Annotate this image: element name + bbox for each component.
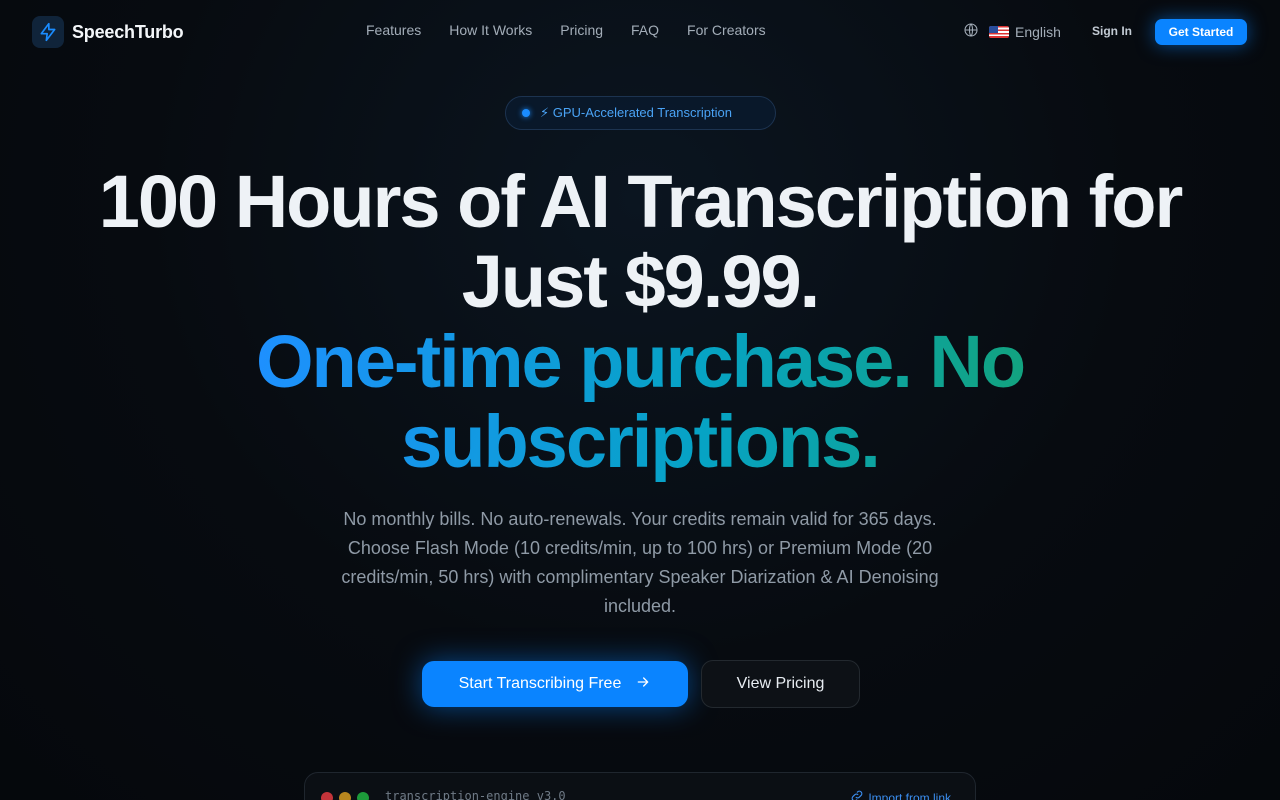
import-from-link[interactable]: Import from link — [850, 789, 951, 800]
nav-links: Features How It Works Pricing FAQ For Cr… — [366, 22, 766, 38]
terminal-title: transcription-engine v3.0 — [385, 789, 566, 800]
transcription-terminal: transcription-engine v3.0 Import from li… — [304, 772, 976, 800]
badge-label: ⚡ GPU-Accelerated Transcription — [540, 105, 732, 120]
feature-badge: ⚡ GPU-Accelerated Transcription — [505, 96, 776, 130]
nav-link-features[interactable]: Features — [366, 22, 421, 38]
nav-link-for-creators[interactable]: For Creators — [687, 22, 766, 38]
headline-highlight-2: subscriptions. — [0, 402, 1280, 482]
start-transcribing-button[interactable]: Start Transcribing Free — [422, 661, 688, 707]
view-pricing-button[interactable]: View Pricing — [701, 660, 860, 708]
arrow-right-icon — [635, 674, 651, 695]
hero-subtitle: No monthly bills. No auto-renewals. Your… — [341, 509, 939, 616]
window-controls — [321, 792, 369, 800]
import-link-label: Import from link — [868, 790, 951, 800]
link-icon — [850, 789, 864, 800]
maximize-dot-icon — [357, 792, 369, 800]
language-label: English — [1015, 23, 1061, 40]
get-started-button[interactable]: Get Started — [1155, 19, 1247, 45]
start-transcribing-label: Start Transcribing Free — [458, 675, 622, 692]
brand-name: SpeechTurbo — [72, 21, 184, 42]
nav-link-how-it-works[interactable]: How It Works — [449, 22, 532, 38]
close-dot-icon — [321, 792, 333, 800]
headline-line-2: Just $9.99. — [461, 240, 820, 323]
status-dot-icon — [522, 109, 530, 117]
lightning-icon — [32, 16, 64, 48]
top-navigation: SpeechTurbo Features How It Works Pricin… — [0, 0, 1280, 64]
us-flag-icon — [989, 25, 1009, 38]
headline-line-1: 100 Hours of AI Transcription for — [98, 160, 1184, 243]
headline-highlight-1: One-time purchase. No — [0, 322, 1280, 402]
minimize-dot-icon — [339, 792, 351, 800]
brand-logo[interactable]: SpeechTurbo — [32, 16, 184, 48]
sign-in-link[interactable]: Sign In — [1092, 24, 1132, 38]
hero-headline: 100 Hours of AI Transcription for Just $… — [0, 162, 1280, 482]
language-selector[interactable]: English — [963, 22, 1061, 41]
nav-link-pricing[interactable]: Pricing — [560, 22, 603, 38]
globe-icon — [963, 22, 979, 41]
nav-link-faq[interactable]: FAQ — [631, 22, 659, 38]
